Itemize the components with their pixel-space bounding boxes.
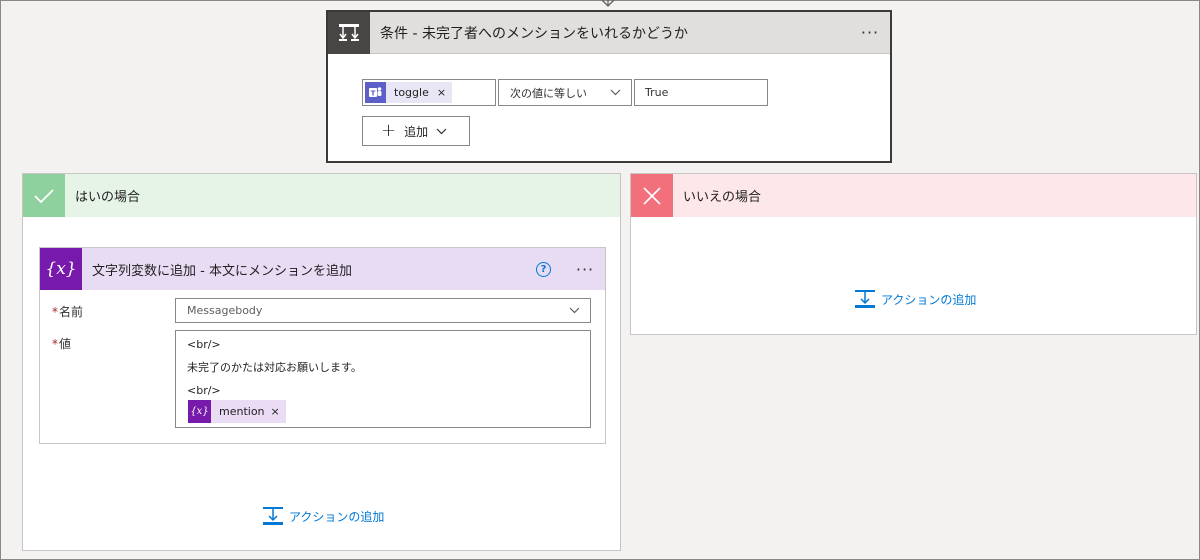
mention-token[interactable]: {x} mention × <box>188 400 286 423</box>
name-field-label: *名前 <box>52 303 83 320</box>
add-action-label: アクションの追加 <box>289 509 385 524</box>
chevron-down-icon <box>436 128 447 134</box>
add-label: 追加 <box>404 124 429 139</box>
no-branch: いいえの場合 アクションの追加 <box>630 173 1197 335</box>
condition-more-button[interactable]: ··· <box>850 23 890 42</box>
add-action-icon <box>855 290 875 308</box>
no-branch-header[interactable]: いいえの場合 <box>631 174 1196 217</box>
condition-icon <box>328 11 370 54</box>
token-remove-button[interactable]: × <box>271 405 280 418</box>
condition-left-operand[interactable]: T toggle × <box>362 79 496 106</box>
variable-icon: {x} <box>40 248 82 290</box>
yes-branch-header[interactable]: はいの場合 <box>23 174 620 217</box>
name-label-text: 名前 <box>59 305 84 319</box>
required-mark: * <box>52 305 58 319</box>
yes-branch-title: はいの場合 <box>75 190 141 205</box>
variable-name-select[interactable]: Messagebody <box>175 298 591 323</box>
action-title: 文字列変数に追加 - 本文にメンションを追加 <box>92 263 352 279</box>
action-more-button[interactable]: ··· <box>565 260 605 279</box>
value-line: 未完了のかたは対応お願いします。 <box>187 361 362 374</box>
no-add-action-button[interactable]: アクションの追加 <box>855 290 976 308</box>
token-label: toggle <box>394 86 429 99</box>
teams-icon: T <box>365 82 386 103</box>
no-branch-title: いいえの場合 <box>683 190 762 205</box>
svg-text:T: T <box>371 90 376 98</box>
condition-header[interactable]: 条件 - 未完了者へのメンションをいれるかどうか ··· <box>328 11 890 54</box>
variable-icon: {x} <box>188 400 211 423</box>
variable-value-input[interactable]: <br/> 未完了のかたは対応お願いします。 <br/> {x} mention… <box>175 330 591 428</box>
token-remove-button[interactable]: × <box>437 86 446 99</box>
yes-branch: はいの場合 {x} 文字列変数に追加 - 本文にメンションを追加 ? ··· *… <box>22 173 621 551</box>
plus-icon: + <box>381 120 397 141</box>
condition-title: 条件 - 未完了者へのメンションをいれるかどうか <box>380 25 688 42</box>
required-mark: * <box>52 337 58 351</box>
variable-name-value: Messagebody <box>187 304 263 317</box>
value-label-text: 値 <box>59 337 72 351</box>
help-icon[interactable]: ? <box>536 261 551 277</box>
chevron-down-icon <box>569 307 580 314</box>
connector-arrow-icon <box>601 0 615 7</box>
checkmark-icon <box>23 174 65 217</box>
condition-row: T toggle × 次の値に等しい True <box>362 79 768 106</box>
add-action-icon <box>263 507 283 525</box>
token-label: mention <box>219 405 265 418</box>
condition-card[interactable]: 条件 - 未完了者へのメンションをいれるかどうか ··· T toggle × … <box>326 10 892 163</box>
add-action-label: アクションの追加 <box>881 292 977 307</box>
chevron-down-icon <box>610 89 621 96</box>
operator-value: 次の値に等しい <box>510 86 587 100</box>
append-variable-action-card[interactable]: {x} 文字列変数に追加 - 本文にメンションを追加 ? ··· *名前 Mes… <box>39 247 606 444</box>
dynamic-content-token[interactable]: T toggle × <box>365 82 453 103</box>
add-condition-button[interactable]: + 追加 <box>362 116 470 146</box>
value-field-label: *値 <box>52 335 71 352</box>
condition-right-operand[interactable]: True <box>634 79 768 106</box>
close-icon <box>631 174 673 217</box>
condition-value: True <box>645 86 669 99</box>
operator-select[interactable]: 次の値に等しい <box>498 79 632 106</box>
value-line: <br/> <box>187 338 221 351</box>
action-header[interactable]: {x} 文字列変数に追加 - 本文にメンションを追加 ? ··· <box>40 248 605 290</box>
yes-add-action-button[interactable]: アクションの追加 <box>263 507 384 525</box>
